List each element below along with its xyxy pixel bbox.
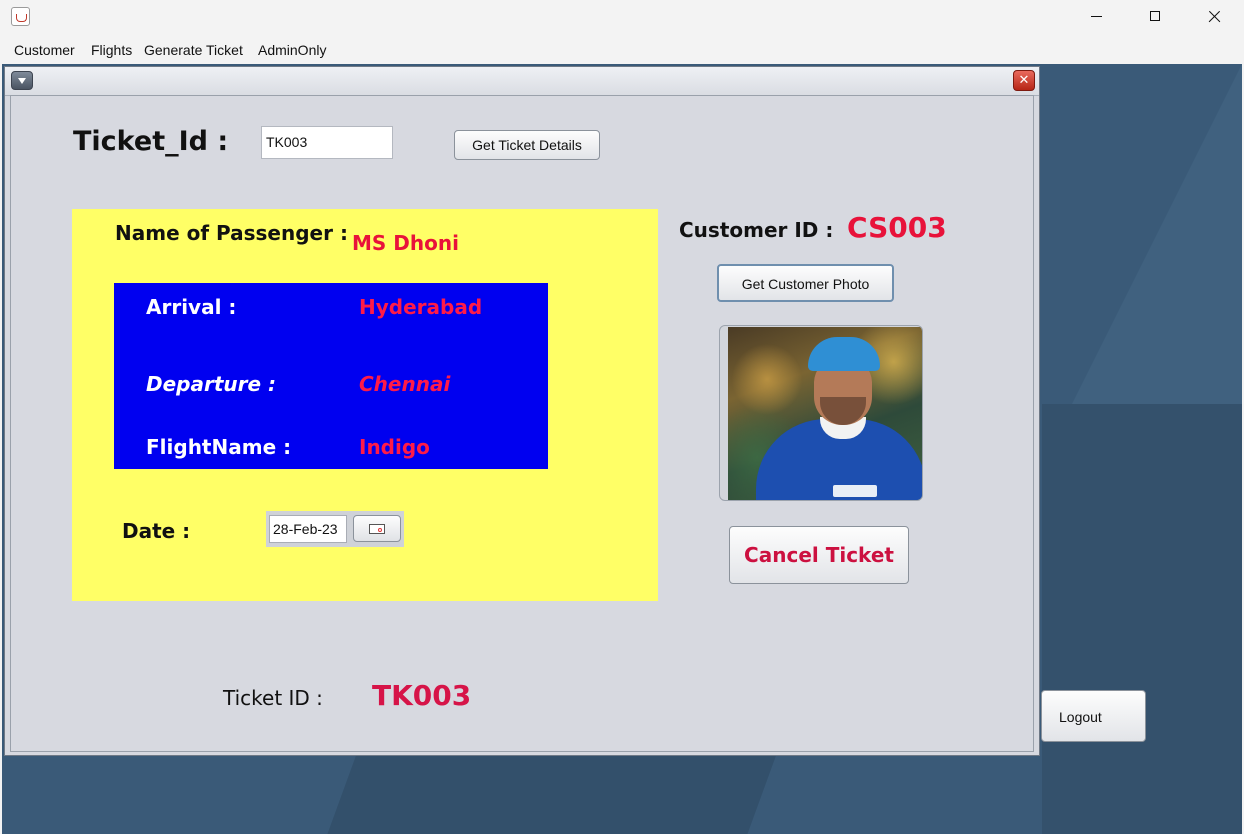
window-maximize-button[interactable] <box>1127 0 1185 34</box>
customer-photo-frame <box>719 325 923 501</box>
desktop-decoration <box>327 754 777 834</box>
frame-content: Ticket_Id : TK003 Get Ticket Details Nam… <box>10 95 1034 752</box>
flight-name-label: FlightName : <box>146 435 292 459</box>
cancel-ticket-button[interactable]: Cancel Ticket <box>729 526 909 584</box>
window-close-button[interactable] <box>1185 0 1243 34</box>
passenger-name-value: MS Dhoni <box>352 231 459 255</box>
ticket-id-input[interactable]: TK003 <box>261 126 393 159</box>
frame-titlebar[interactable]: ✕ <box>5 67 1039 96</box>
menu-admin-only[interactable]: AdminOnly <box>258 42 326 58</box>
date-picker-button[interactable] <box>353 515 401 542</box>
menu-customer[interactable]: Customer <box>14 42 75 58</box>
date-picker: 28-Feb-23 <box>266 511 404 547</box>
flight-details-panel: Arrival : Hyderabad Departure : Chennai … <box>114 283 548 469</box>
passenger-details-panel: Name of Passenger : MS Dhoni Arrival : H… <box>72 209 658 601</box>
footer-ticket-id-label: Ticket ID : <box>223 686 323 710</box>
java-app-icon <box>11 7 30 26</box>
calendar-icon <box>369 524 385 534</box>
menu-generate-ticket[interactable]: Generate Ticket <box>144 42 243 58</box>
window-titlebar <box>0 0 1244 36</box>
maximize-icon <box>1150 11 1160 21</box>
footer-ticket-id-value: TK003 <box>372 679 472 712</box>
desktop-decoration <box>1042 404 1242 834</box>
get-customer-photo-button[interactable]: Get Customer Photo <box>717 264 894 302</box>
customer-id-label: Customer ID : <box>679 218 834 242</box>
passenger-name-label: Name of Passenger : <box>115 221 348 245</box>
close-icon[interactable]: ✕ <box>1013 70 1035 91</box>
arrival-label: Arrival : <box>146 295 237 319</box>
customer-id-value: CS003 <box>847 211 947 244</box>
date-field[interactable]: 28-Feb-23 <box>269 515 347 543</box>
cancel-ticket-frame: ✕ Ticket_Id : TK003 Get Ticket Details N… <box>4 66 1040 756</box>
ticket-id-label: Ticket_Id : <box>73 126 229 157</box>
flight-name-value: Indigo <box>359 435 430 459</box>
menubar: Customer Flights Generate Ticket AdminOn… <box>0 36 1244 64</box>
menu-flights[interactable]: Flights <box>91 42 132 58</box>
arrival-value: Hyderabad <box>359 295 483 319</box>
departure-value: Chennai <box>359 372 451 396</box>
window-minimize-button[interactable] <box>1069 0 1127 34</box>
chevron-down-icon[interactable] <box>11 71 33 90</box>
logout-button[interactable]: Logout <box>1041 690 1146 742</box>
customer-photo <box>728 327 922 500</box>
date-label: Date : <box>122 519 191 543</box>
get-ticket-details-button[interactable]: Get Ticket Details <box>454 130 600 160</box>
departure-label: Departure : <box>146 372 277 396</box>
minimize-icon <box>1091 16 1102 17</box>
